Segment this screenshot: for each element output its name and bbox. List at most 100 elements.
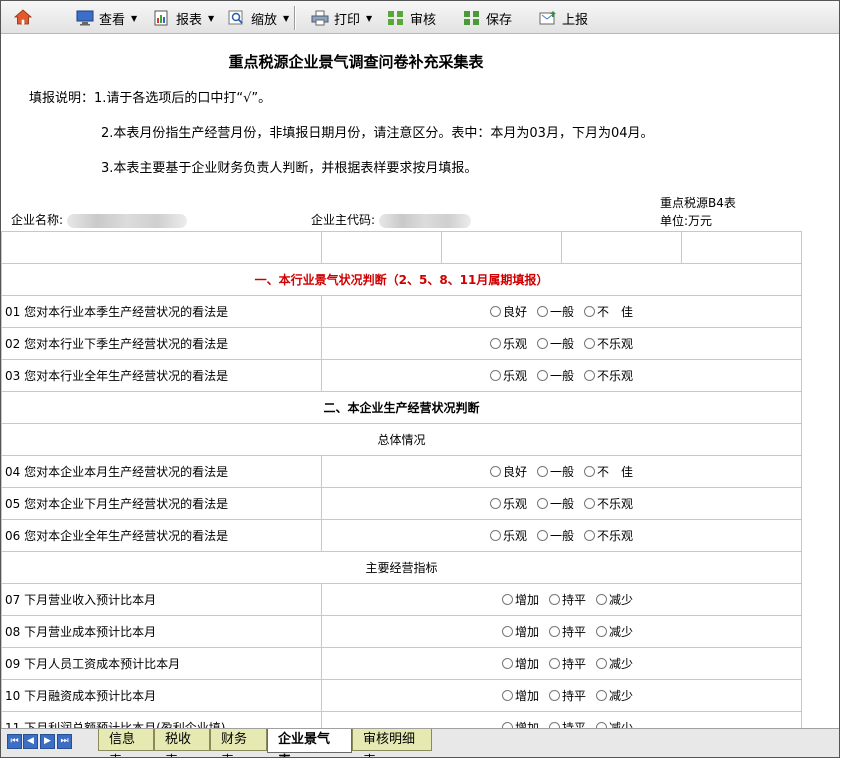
radio-button[interactable] [596,658,607,669]
radio-label: 持平 [561,657,586,671]
radio-button[interactable] [548,690,560,701]
audit-button[interactable]: 审核 [387,8,436,28]
radio-button[interactable] [536,370,548,381]
radio-option[interactable]: 一般 [536,367,574,384]
unit-label: 单位:万元 [660,214,713,228]
view-button[interactable]: 查看 ▼ [76,8,137,28]
radio-option[interactable]: 一般 [536,335,574,352]
radio-label: 良好 [502,305,527,319]
radio-option[interactable]: 乐观 [489,527,527,544]
radio-option[interactable]: 减少 [596,591,633,608]
radio-label: 不乐观 [597,337,634,351]
radio-option[interactable]: 增加 [501,623,539,640]
radio-label: 乐观 [502,497,527,511]
radio-button[interactable] [489,530,501,541]
save-button[interactable]: 保存 [463,8,512,28]
tab-tax[interactable]: 税收表 [154,729,210,757]
radio-option[interactable]: 乐观 [489,335,527,352]
radio-button[interactable] [501,658,513,669]
radio-option[interactable]: 不乐观 [584,495,633,512]
radio-button[interactable] [596,626,607,637]
first-sheet-button[interactable]: ⏮ [7,734,22,749]
radio-option[interactable]: 乐观 [489,367,527,384]
zoom-button[interactable]: 缩放 ▼ [228,8,289,28]
radio-button[interactable] [584,338,595,349]
radio-option[interactable]: 增加 [501,719,539,728]
last-sheet-button[interactable]: ⏭ [57,734,72,749]
radio-option[interactable]: 不乐观 [584,367,633,384]
radio-option[interactable]: 不 佳 [584,303,633,320]
radio-option[interactable]: 不乐观 [584,335,633,352]
radio-button[interactable] [536,498,548,509]
radio-button[interactable] [501,690,513,701]
radio-option[interactable]: 一般 [536,303,574,320]
radio-button[interactable] [584,466,595,477]
radio-button[interactable] [489,466,501,477]
radio-option[interactable]: 持平 [548,591,586,608]
radio-option[interactable]: 持平 [548,687,586,704]
radio-option[interactable]: 减少 [596,719,633,728]
home-icon[interactable] [13,8,33,26]
save-label: 保存 [486,12,513,28]
radio-option[interactable]: 增加 [501,655,539,672]
radio-button[interactable] [584,498,595,509]
radio-option[interactable]: 减少 [596,687,633,704]
radio-button[interactable] [501,626,513,637]
radio-button[interactable] [489,338,501,349]
radio-button[interactable] [548,658,560,669]
radio-button[interactable] [548,594,560,605]
radio-option[interactable]: 不 佳 [584,463,633,480]
radio-option[interactable]: 减少 [596,655,633,672]
radio-button[interactable] [536,466,548,477]
radio-button[interactable] [584,530,595,541]
radio-option[interactable]: 持平 [548,719,586,728]
view-label: 查看 [99,12,126,28]
question-row: 07 下月营业收入预计比本月 增加 持平 减少 [1,583,802,616]
radio-button[interactable] [501,594,513,605]
tab-audit-detail[interactable]: 审核明细表 [352,729,432,757]
radio-option[interactable]: 一般 [536,527,574,544]
radio-option[interactable]: 良好 [489,463,527,480]
radio-option[interactable]: 乐观 [489,495,527,512]
radio-option[interactable]: 增加 [501,591,539,608]
radio-label: 一般 [549,465,574,479]
radio-option[interactable]: 不乐观 [584,527,633,544]
radio-button[interactable] [536,530,548,541]
radio-label: 一般 [549,305,574,319]
radio-option[interactable]: 一般 [536,495,574,512]
radio-option[interactable]: 一般 [536,463,574,480]
radio-option[interactable]: 持平 [548,623,586,640]
question-label: 11 下月利润总额预计比本月(盈利企业填) [1,711,322,728]
question-row: 03 您对本行业全年生产经营状况的看法是 乐观 一般 不乐观 [1,359,802,392]
next-sheet-button[interactable]: ▶ [40,734,55,749]
subheading-indicators: 主要经营指标 [1,551,802,584]
radio-button[interactable] [596,690,607,701]
radio-button[interactable] [596,594,607,605]
radio-button[interactable] [489,498,501,509]
tab-finance[interactable]: 财务表 [210,729,267,757]
radio-button[interactable] [536,338,548,349]
report-icon [153,10,171,26]
radio-option[interactable]: 减少 [596,623,633,640]
radio-option[interactable]: 持平 [548,655,586,672]
prev-sheet-button[interactable]: ◀ [23,734,38,749]
print-button[interactable]: 打印 ▼ [311,8,372,28]
radio-button[interactable] [584,370,595,381]
radio-button[interactable] [489,306,501,317]
answer-options: 增加 持平 减少 [321,647,802,680]
tab-business-climate[interactable]: 企业景气表 [267,729,352,757]
question-row: 08 下月营业成本预计比本月 增加 持平 减少 [1,615,802,648]
radio-label: 一般 [549,497,574,511]
radio-button[interactable] [548,626,560,637]
answer-options: 增加 持平 减少 [321,583,802,616]
report-button[interactable]: 报表 ▼ [153,8,214,28]
radio-option[interactable]: 良好 [489,303,527,320]
tab-info[interactable]: 信息表 [98,729,154,757]
radio-option[interactable]: 增加 [501,687,539,704]
question-label: 03 您对本行业全年生产经营状况的看法是 [1,359,322,392]
submit-button[interactable]: 上报 [539,8,588,28]
radio-button[interactable] [584,306,595,317]
radio-button[interactable] [489,370,501,381]
radio-button[interactable] [536,306,548,317]
report-window: 查看 ▼ 报表 ▼ 缩放 ▼ 打印 ▼ 审核 保存 上报 重点税源企业景气调查问卷补充采… [0,0,840,758]
